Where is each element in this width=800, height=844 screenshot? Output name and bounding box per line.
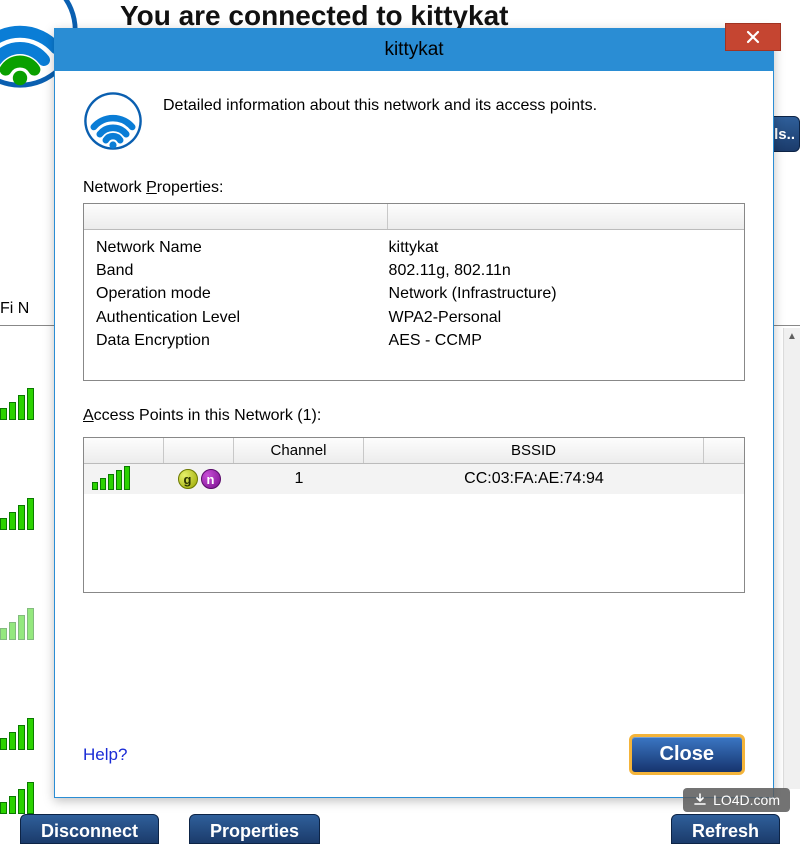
property-row: Operation modeNetwork (Infrastructure) — [96, 282, 732, 305]
property-value: kittykat — [389, 236, 732, 259]
dialog-description: Detailed information about this network … — [163, 91, 597, 117]
signal-bars-icon — [0, 490, 34, 530]
property-key: Operation mode — [96, 282, 389, 305]
network-properties-table: Network NamekittykatBand802.11g, 802.11n… — [83, 203, 745, 381]
dialog-titlebar[interactable]: kittykat — [55, 29, 773, 71]
property-row: Band802.11g, 802.11n — [96, 259, 732, 282]
dialog-title: kittykat — [384, 39, 443, 61]
access-points-label: Access Points in this Network (1): — [83, 407, 745, 425]
access-points-table: Channel BSSID gn1CC:03:FA:AE:74:94 — [83, 437, 745, 593]
bssid-value: CC:03:FA:AE:74:94 — [364, 470, 704, 488]
column-channel[interactable]: Channel — [234, 438, 364, 463]
wifi-networks-label-partial: Fi N — [0, 300, 29, 318]
column-bssid[interactable]: BSSID — [364, 438, 704, 463]
property-key: Band — [96, 259, 389, 282]
property-key: Data Encryption — [96, 329, 389, 352]
property-key: Authentication Level — [96, 306, 389, 329]
download-icon — [693, 793, 707, 807]
signal-bars-icon — [0, 600, 34, 640]
signal-bars-icon — [84, 464, 164, 494]
property-value: WPA2-Personal — [389, 306, 732, 329]
watermark: LO4D.com — [683, 788, 790, 812]
refresh-button[interactable]: Refresh — [671, 814, 780, 844]
network-details-dialog: kittykat Detailed information about thi — [54, 28, 774, 798]
channel-value: 1 — [234, 470, 364, 488]
signal-bars-icon — [0, 380, 34, 420]
band-badges: gn — [164, 469, 234, 489]
disconnect-button[interactable]: Disconnect — [20, 814, 159, 844]
property-value: 802.11g, 802.11n — [389, 259, 732, 282]
scroll-up-icon[interactable]: ▲ — [784, 328, 800, 345]
scrollbar[interactable]: ▲ — [783, 328, 800, 789]
property-row: Network Namekittykat — [96, 236, 732, 259]
property-value: AES - CCMP — [389, 329, 732, 352]
network-properties-label: Network Properties: — [83, 179, 745, 197]
property-row: Authentication LevelWPA2-Personal — [96, 306, 732, 329]
properties-button[interactable]: Properties — [189, 814, 320, 844]
wifi-icon — [83, 91, 143, 151]
window-close-button[interactable] — [725, 23, 781, 51]
signal-bars-icon — [0, 774, 34, 814]
table-header[interactable]: Channel BSSID — [84, 438, 744, 464]
close-icon — [746, 30, 760, 44]
close-button[interactable]: Close — [629, 734, 745, 775]
badge-n-icon: n — [201, 469, 221, 489]
property-value: Network (Infrastructure) — [389, 282, 732, 305]
help-link[interactable]: Help? — [83, 745, 127, 765]
signal-bars-icon — [0, 710, 34, 750]
access-point-row[interactable]: gn1CC:03:FA:AE:74:94 — [84, 464, 744, 494]
property-key: Network Name — [96, 236, 389, 259]
table-header[interactable] — [84, 204, 744, 230]
property-row: Data EncryptionAES - CCMP — [96, 329, 732, 352]
badge-g-icon: g — [178, 469, 198, 489]
